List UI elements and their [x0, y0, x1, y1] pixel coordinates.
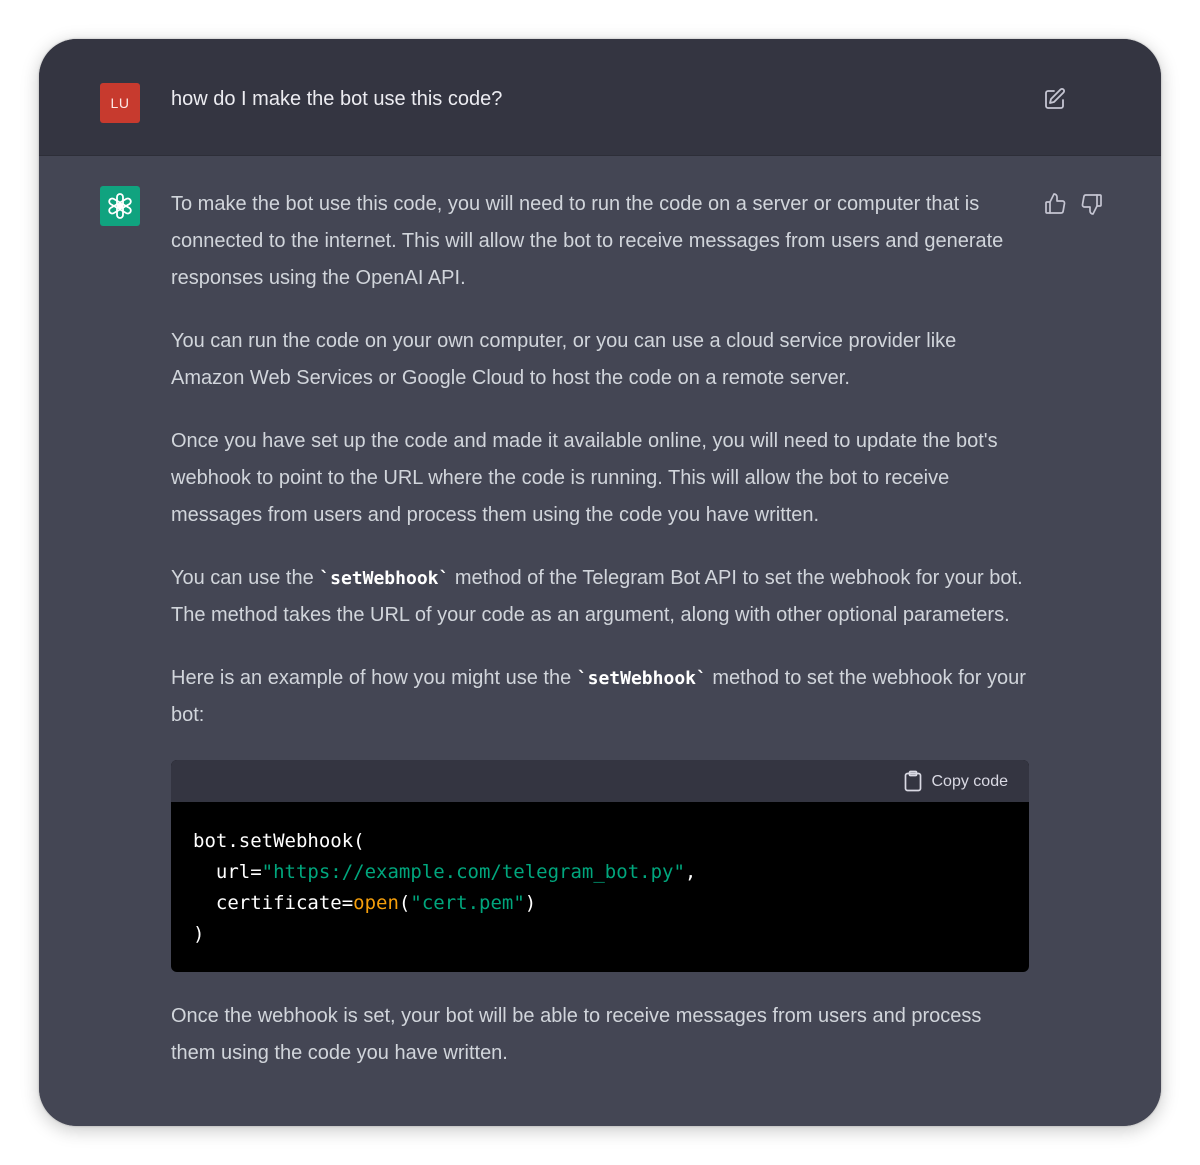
- copy-code-label: Copy code: [931, 772, 1009, 790]
- code-token: ,: [684, 861, 697, 883]
- edit-icon: [1045, 88, 1065, 109]
- code-token: url=: [193, 861, 262, 883]
- assistant-response: To make the bot use this code, you will …: [171, 186, 1029, 1098]
- assistant-avatar: [100, 186, 140, 226]
- copy-code-button[interactable]: Copy code: [904, 769, 1008, 793]
- user-message-text: how do I make the bot use this code?: [171, 88, 503, 110]
- code-content: bot.setWebhook( url="https://example.com…: [171, 802, 1029, 972]
- openai-logo-icon: [108, 193, 132, 219]
- thumbs-down-button[interactable]: [1080, 192, 1104, 216]
- code-string: "cert.pem": [410, 892, 525, 914]
- code-token: (: [398, 892, 411, 914]
- chat-window: LU how do I make the bot use this code?: [39, 39, 1161, 1126]
- edit-button[interactable]: [1043, 87, 1067, 111]
- code-function: open: [353, 892, 399, 914]
- response-paragraph: You can use the `setWebhook` method of t…: [171, 560, 1029, 634]
- response-paragraph: To make the bot use this code, you will …: [171, 193, 1004, 289]
- user-avatar-initials: LU: [110, 95, 130, 111]
- inline-code: `setWebhook`: [319, 568, 450, 589]
- code-line: ): [193, 923, 205, 945]
- code-token: certificate=: [193, 892, 354, 914]
- response-paragraph: Here is an example of how you might use …: [171, 660, 1029, 734]
- code-token: ): [524, 892, 537, 914]
- paragraph-text: You can use the: [171, 567, 320, 589]
- code-block: Copy code bot.setWebhook( url="https://e…: [171, 760, 1029, 972]
- thumbs-down-icon: [1081, 194, 1102, 215]
- thumbs-up-icon: [1045, 193, 1066, 214]
- paragraph-text: Here is an example of how you might use …: [171, 667, 577, 689]
- response-paragraph: You can run the code on your own compute…: [171, 330, 957, 389]
- thumbs-up-button[interactable]: [1043, 192, 1067, 216]
- user-message: LU how do I make the bot use this code?: [39, 39, 1161, 156]
- response-paragraph: Once you have set up the code and made i…: [171, 430, 998, 526]
- code-string: "https://example.com/telegram_bot.py": [261, 861, 685, 883]
- user-avatar: LU: [100, 83, 140, 123]
- clipboard-icon: [904, 770, 921, 792]
- inline-code: `setWebhook`: [576, 668, 707, 689]
- code-line: bot.setWebhook(: [193, 830, 365, 852]
- assistant-message: To make the bot use this code, you will …: [39, 156, 1161, 1126]
- response-paragraph: Once the webhook is set, your bot will b…: [171, 1005, 982, 1064]
- code-block-header: Copy code: [171, 760, 1029, 802]
